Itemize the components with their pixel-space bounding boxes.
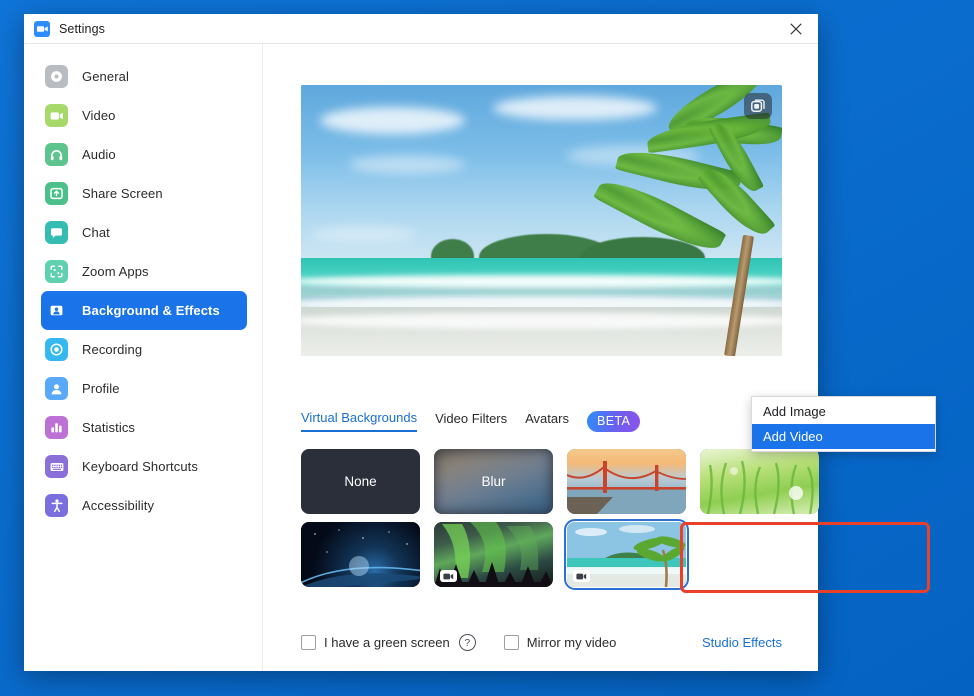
sidebar-item-general[interactable]: General [41,57,247,96]
sidebar-item-profile[interactable]: Profile [41,369,247,408]
sidebar-item-label: Chat [82,225,110,240]
thumbnail-label: Blur [481,474,506,489]
window-body: General Video Audio Share Screen Chat Zoom Ap… [24,44,930,671]
close-icon[interactable] [774,14,818,43]
sidebar-item-video[interactable]: Video [41,96,247,135]
video-camera-icon [45,104,68,127]
bar-chart-icon [45,416,68,439]
keyboard-icon [45,455,68,478]
mirror-video-label: Mirror my video [526,635,617,650]
tab-video-filters[interactable]: Video Filters [435,411,507,431]
sidebar-item-label: Profile [82,381,120,396]
green-screen-label: I have a green screen [324,635,450,650]
accessibility-icon [45,494,68,517]
mirror-video-checkbox[interactable] [503,635,519,650]
tab-virtual-backgrounds[interactable]: Virtual Backgrounds [301,410,418,432]
sidebar-item-chat[interactable]: Chat [41,213,247,252]
settings-sidebar: General Video Audio Share Screen Chat Zoom Ap… [24,44,263,671]
background-thumbnail[interactable] [434,522,553,587]
sidebar-item-audio[interactable]: Audio [41,135,247,174]
picture-in-picture-icon[interactable] [744,93,772,119]
preview-surf [301,274,782,289]
sidebar-item-label: General [82,69,129,84]
sidebar-item-label: Audio [82,147,116,162]
preview-cloud [320,106,465,134]
chat-bubble-icon [45,221,68,244]
menu-item-add-video[interactable]: Add Video [752,424,935,449]
sidebar-item-keyboard-shortcuts[interactable]: Keyboard Shortcuts [41,447,247,486]
zoom-apps-icon [45,260,68,283]
thumbnail-art [301,522,420,587]
green-screen-checkbox[interactable] [301,635,316,650]
person-card-icon [45,299,68,322]
window-title: Settings [59,21,105,36]
studio-effects-link[interactable]: Studio Effects [702,635,782,650]
title-bar: Settings [24,14,818,44]
sidebar-item-statistics[interactable]: Statistics [41,408,247,447]
bottom-controls: I have a green screen ? Mirror my video … [301,634,782,651]
sidebar-item-label: Video [82,108,116,123]
background-thumbnail[interactable] [301,522,420,587]
sidebar-item-label: Background & Effects [82,303,220,318]
sidebar-item-share-screen[interactable]: Share Screen [41,174,247,213]
sidebar-item-label: Accessibility [82,498,155,513]
person-icon [45,377,68,400]
record-icon [45,338,68,361]
thumbnail-art [700,449,819,514]
sidebar-item-recording[interactable]: Recording [41,330,247,369]
zoom-logo-icon [34,20,50,37]
beta-badge[interactable]: BETA [586,410,641,432]
tab-avatars[interactable]: Avatars [525,411,569,431]
video-camera-icon [573,570,590,582]
sidebar-item-label: Recording [82,342,143,357]
background-thumbnails: None Blur [301,449,819,595]
background-thumbnail[interactable] [567,449,686,514]
menu-item-add-image[interactable]: Add Image [752,399,935,424]
video-preview [301,85,782,356]
sidebar-item-label: Keyboard Shortcuts [82,459,198,474]
background-effects-panel: Virtual Backgrounds Video Filters Avatars B… [263,44,930,671]
sidebar-item-label: Statistics [82,420,136,435]
thumbnail-art [567,449,686,514]
sidebar-item-label: Zoom Apps [82,264,149,279]
settings-window: Settings General Video Audio Share Screen Ch… [24,14,930,671]
preview-surf [301,312,782,329]
share-screen-icon [45,182,68,205]
background-thumbnail[interactable]: Blur [434,449,553,514]
sidebar-item-zoom-apps[interactable]: Zoom Apps [41,252,247,291]
video-camera-icon [440,570,457,582]
thumbnail-label: None [344,474,377,489]
gear-icon [45,65,68,88]
background-thumbnail[interactable] [564,519,689,590]
background-thumbnail[interactable]: None [301,449,420,514]
sidebar-item-background-effects[interactable]: Background & Effects [41,291,247,330]
thumbnail-row-1: None Blur [301,449,819,514]
sidebar-item-accessibility[interactable]: Accessibility [41,486,247,525]
headphones-icon [45,143,68,166]
background-tabs: Virtual Backgrounds Video Filters Avatars B… [301,407,782,435]
thumbnail-row-2 [301,519,801,590]
sidebar-item-label: Share Screen [82,186,163,201]
add-background-menu: Add Image Add Video [751,396,936,452]
question-mark-icon[interactable]: ? [458,634,476,651]
background-thumbnail[interactable] [700,449,819,514]
preview-cloud [493,95,657,121]
